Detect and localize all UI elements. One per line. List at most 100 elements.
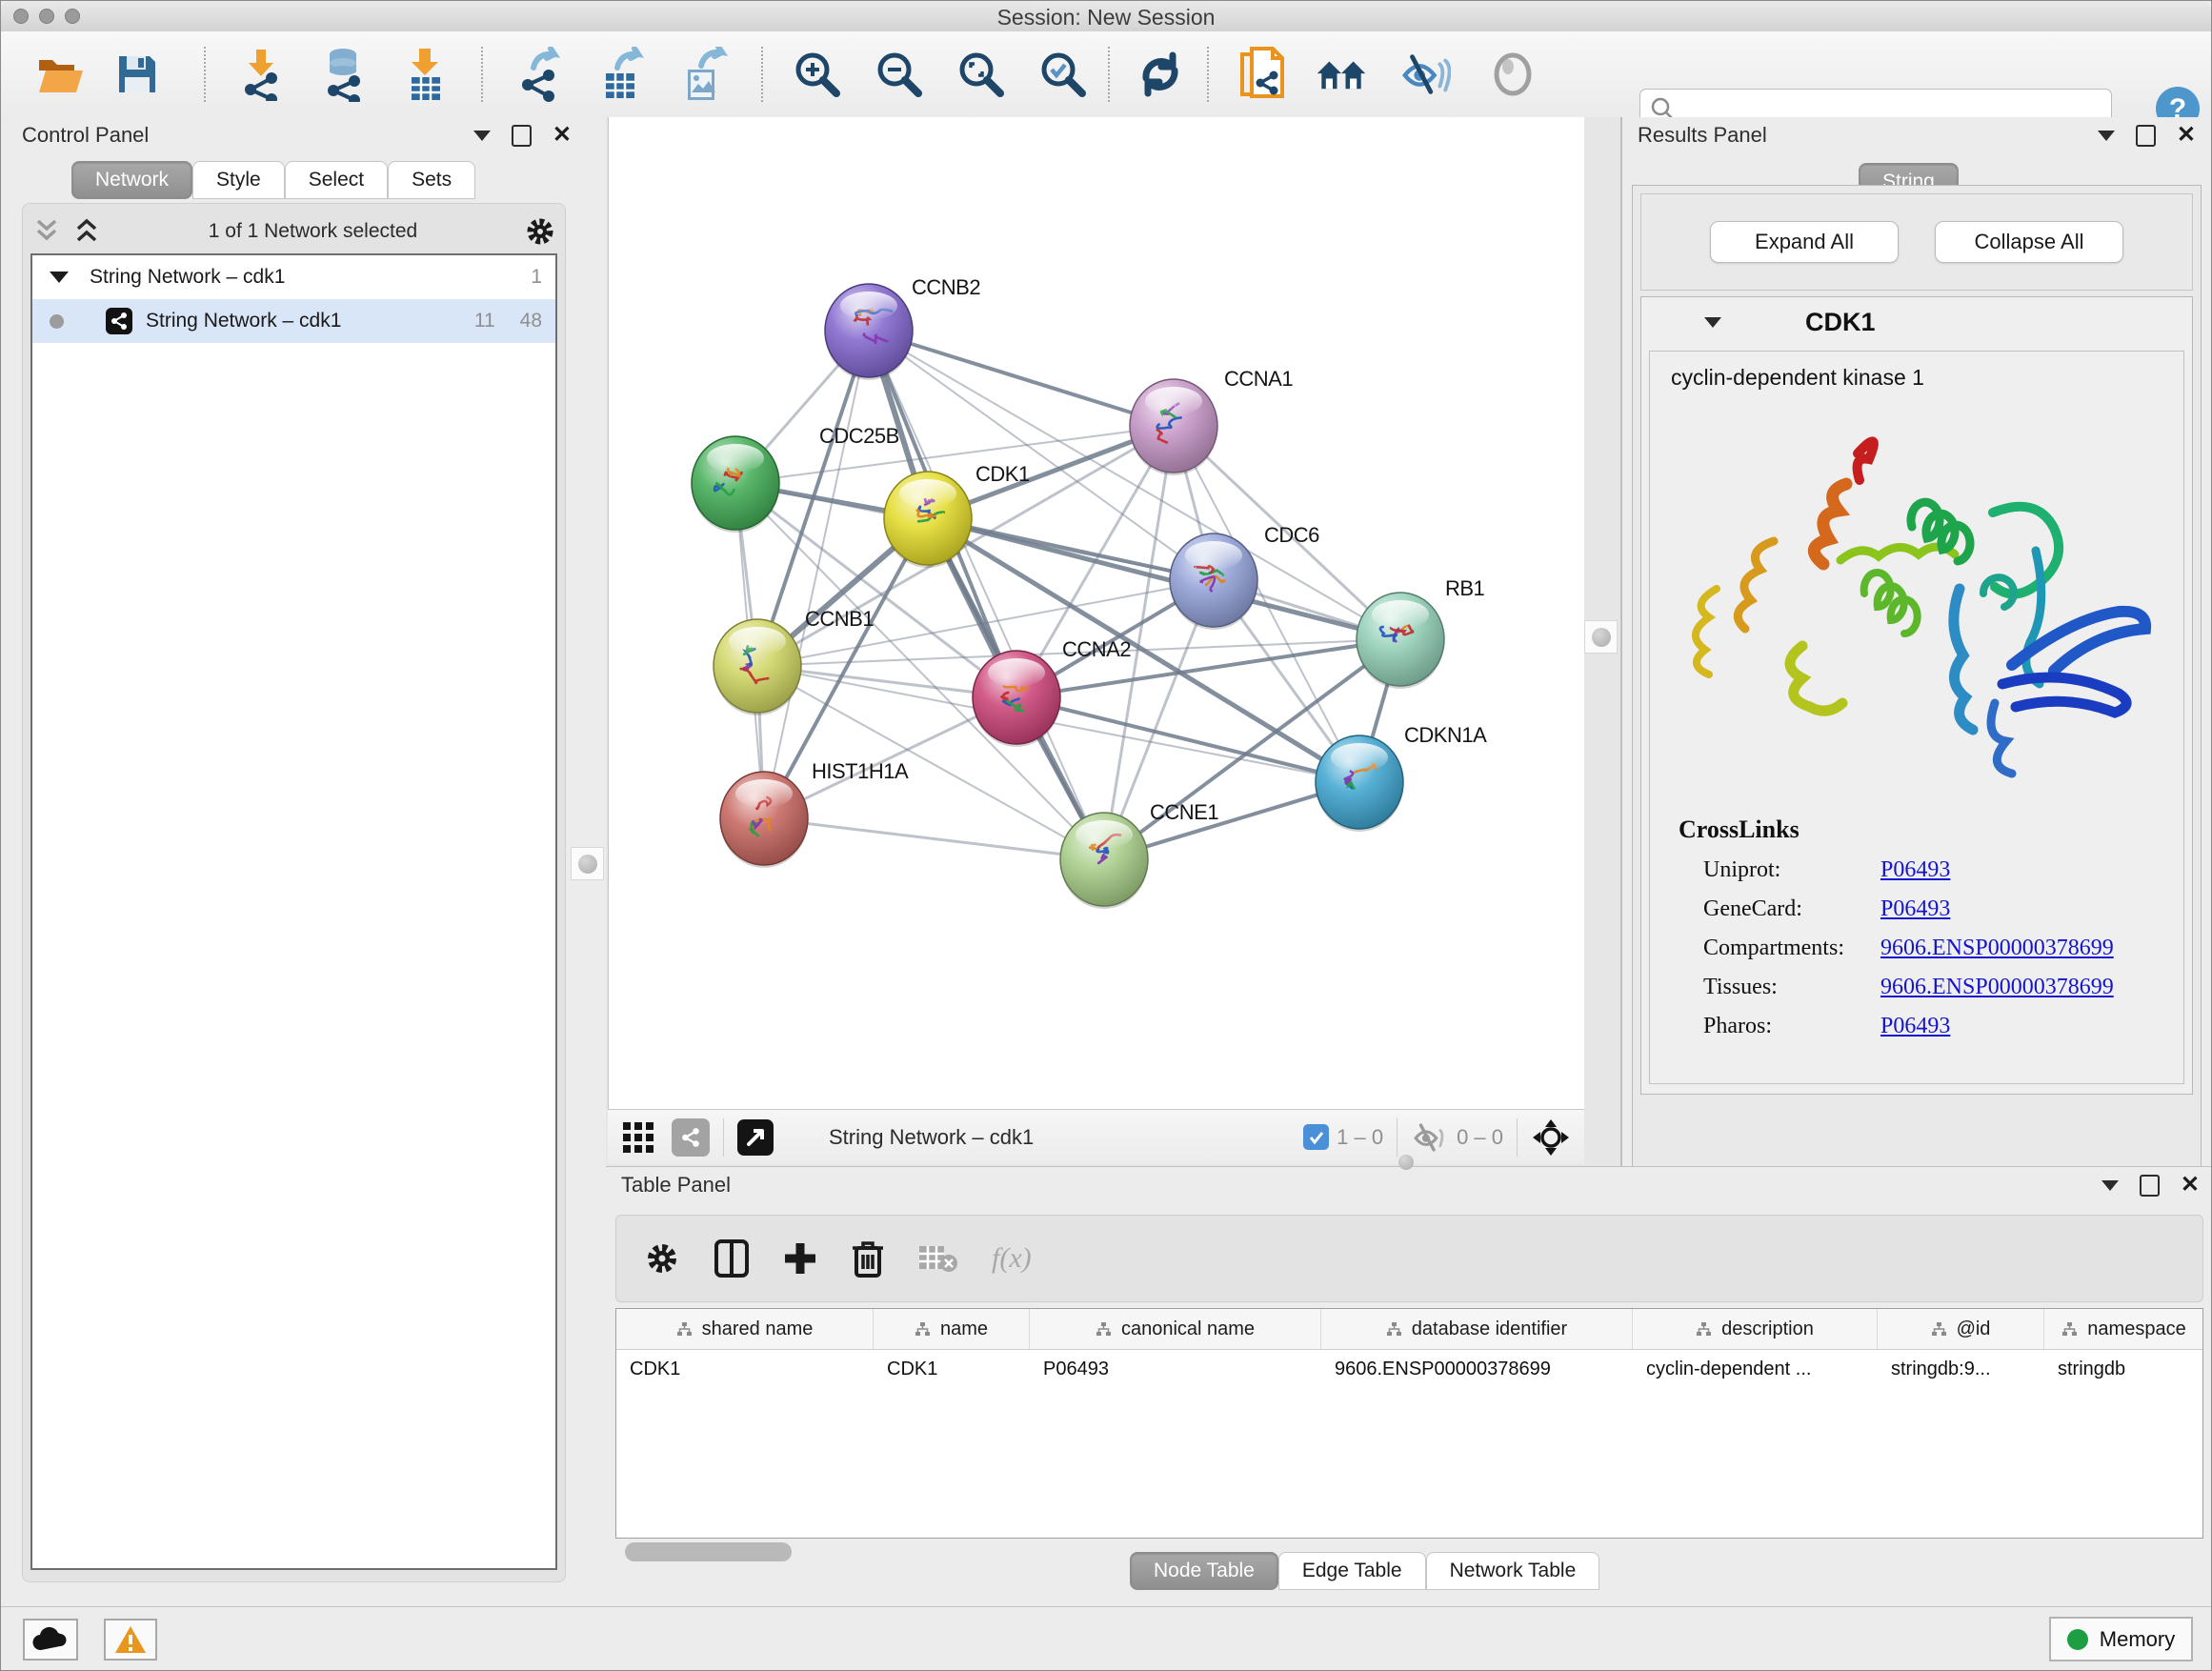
import-table-file-button[interactable] <box>399 49 451 100</box>
collapse-all-button[interactable]: Collapse All <box>1935 221 2123 263</box>
tab-node-table[interactable]: Node Table <box>1130 1552 1278 1590</box>
crosslink-link[interactable]: 9606.ENSP00000378699 <box>1880 936 2114 961</box>
network-node-cdc6[interactable] <box>1170 534 1257 630</box>
tab-sets[interactable]: Sets <box>388 161 475 199</box>
network-options-gear-icon[interactable] <box>523 214 557 249</box>
hidden-node-edge-counts: 0 – 0 <box>1457 1125 1503 1150</box>
export-table-button[interactable] <box>597 49 649 100</box>
column-header--id[interactable]: @id <box>1878 1309 2044 1349</box>
table-cell: stringdb:9... <box>1878 1359 2044 1380</box>
crosslink-link[interactable]: P06493 <box>1880 857 1950 883</box>
table-row[interactable]: CDK1CDK1P064939606.ENSP00000378699cyclin… <box>616 1350 2202 1388</box>
panel-close-icon[interactable]: ✕ <box>2181 1174 2200 1197</box>
tab-style[interactable]: Style <box>192 161 285 199</box>
open-in-new-window-icon[interactable] <box>737 1119 774 1156</box>
right-splitter-handle[interactable] <box>1584 620 1618 654</box>
add-icon[interactable] <box>782 1240 818 1277</box>
entry-collapse-icon[interactable] <box>1704 317 1721 328</box>
export-network-button[interactable] <box>515 49 567 100</box>
window-title: Session: New Session <box>1 5 2211 30</box>
node-label-ccnb1: CCNB1 <box>805 607 874 631</box>
column-header-description[interactable]: description <box>1633 1309 1878 1349</box>
network-node-ccna1[interactable] <box>1130 379 1217 475</box>
column-header-namespace[interactable]: namespace <box>2044 1309 2203 1349</box>
panel-float-icon[interactable] <box>512 125 532 147</box>
network-tab-content: 1 of 1 Network selected String Network –… <box>22 203 566 1582</box>
birds-eye-view-icon[interactable] <box>1531 1117 1571 1158</box>
crosslink-link[interactable]: P06493 <box>1880 896 1950 922</box>
node-table[interactable]: shared namenamecanonical namedatabase id… <box>615 1308 2203 1539</box>
tab-network-table[interactable]: Network Table <box>1426 1552 1600 1590</box>
share-document-button[interactable] <box>1237 49 1289 100</box>
table-rows: CDK1CDK1P064939606.ENSP00000378699cyclin… <box>616 1350 2202 1388</box>
save-session-button[interactable] <box>111 49 163 100</box>
warning-status-button[interactable] <box>104 1619 157 1661</box>
tab-edge-table[interactable]: Edge Table <box>1278 1552 1426 1590</box>
collapse-all-chevron-icon[interactable] <box>30 217 63 246</box>
tab-select[interactable]: Select <box>285 161 388 199</box>
import-network-file-button[interactable] <box>235 49 287 100</box>
zoom-in-button[interactable] <box>792 49 843 100</box>
import-network-database-button[interactable] <box>317 49 369 100</box>
network-node-cdkn1a[interactable] <box>1316 735 1403 832</box>
network-node-ccne1[interactable] <box>1060 813 1148 909</box>
network-edge[interactable] <box>764 818 1104 859</box>
hide-selected-button[interactable] <box>1399 49 1451 100</box>
network-node-rb1[interactable] <box>1357 593 1444 689</box>
crosslink-link[interactable]: 9606.ENSP00000378699 <box>1880 975 2114 1000</box>
panel-menu-icon[interactable] <box>473 131 491 141</box>
column-header-canonical-name[interactable]: canonical name <box>1030 1309 1321 1349</box>
network-canvas[interactable]: CCNB2CCNA1CDC25BCDK1CDC6RB1CCNB1CCNA2CDK… <box>608 117 1584 1109</box>
show-eye-button[interactable] <box>1487 49 1538 100</box>
network-tree: String Network – cdk1 1 String Network –… <box>30 253 557 1570</box>
network-node-ccnb2[interactable] <box>825 284 913 380</box>
import-table-icon <box>404 47 446 102</box>
open-session-button[interactable] <box>35 49 87 100</box>
panel-menu-icon[interactable] <box>2098 131 2115 141</box>
network-node-hist1h1a[interactable] <box>720 772 808 868</box>
scrollbar-thumb[interactable] <box>625 1542 792 1561</box>
network-edge[interactable] <box>735 426 1174 483</box>
network-node-cdc25b[interactable] <box>692 436 779 533</box>
panel-close-icon[interactable]: ✕ <box>2177 124 2196 147</box>
panel-float-icon[interactable] <box>2140 1175 2160 1197</box>
column-header-name[interactable]: name <box>874 1309 1030 1349</box>
network-node-ccnb1[interactable] <box>714 619 801 715</box>
delete-trash-icon[interactable] <box>851 1238 885 1278</box>
selected-checkbox-icon[interactable] <box>1303 1124 1329 1150</box>
panel-menu-icon[interactable] <box>2101 1180 2119 1191</box>
string-view-icon[interactable] <box>672 1118 710 1157</box>
expand-all-button[interactable]: Expand All <box>1710 221 1899 263</box>
column-header-database-identifier[interactable]: database identifier <box>1321 1309 1633 1349</box>
network-graph[interactable]: CCNB2CCNA1CDC25BCDK1CDC6RB1CCNB1CCNA2CDK… <box>609 117 1585 1109</box>
expand-all-chevron-icon[interactable] <box>70 217 103 246</box>
grid-view-icon[interactable] <box>622 1121 654 1154</box>
network-collection-row[interactable]: String Network – cdk1 1 <box>32 255 555 299</box>
network-node-ccna2[interactable] <box>973 651 1060 747</box>
tab-network[interactable]: Network <box>71 161 192 199</box>
memory-button[interactable]: Memory <box>2049 1617 2193 1661</box>
table-cell: cyclin-dependent ... <box>1633 1359 1878 1380</box>
network-node-cdk1[interactable] <box>884 472 972 568</box>
zoom-selected-button[interactable] <box>1037 49 1089 100</box>
horizontal-splitter-handle[interactable] <box>1394 1150 1418 1175</box>
crosslink-link[interactable]: P06493 <box>1880 1014 1950 1039</box>
entry-header[interactable]: CDK1 <box>1641 297 2192 347</box>
network-row-selected[interactable]: String Network – cdk1 11 48 <box>32 299 555 343</box>
export-image-button[interactable] <box>679 49 731 100</box>
table-cell: CDK1 <box>616 1359 874 1380</box>
show-columns-icon[interactable] <box>714 1238 750 1278</box>
network-edge[interactable] <box>869 331 1174 426</box>
left-splitter-handle[interactable] <box>571 847 604 880</box>
zoom-out-button[interactable] <box>874 49 925 100</box>
zoom-fit-button[interactable] <box>955 49 1007 100</box>
column-header-shared-name[interactable]: shared name <box>616 1309 874 1349</box>
save-floppy-icon <box>115 52 159 96</box>
panel-close-icon[interactable]: ✕ <box>553 124 572 147</box>
collection-expand-icon[interactable] <box>50 272 69 283</box>
cloud-status-button[interactable] <box>23 1619 78 1661</box>
panel-float-icon[interactable] <box>2136 125 2156 147</box>
refresh-button[interactable] <box>1135 49 1186 100</box>
homes-button[interactable] <box>1316 49 1367 100</box>
table-settings-gear-icon[interactable] <box>643 1239 681 1278</box>
